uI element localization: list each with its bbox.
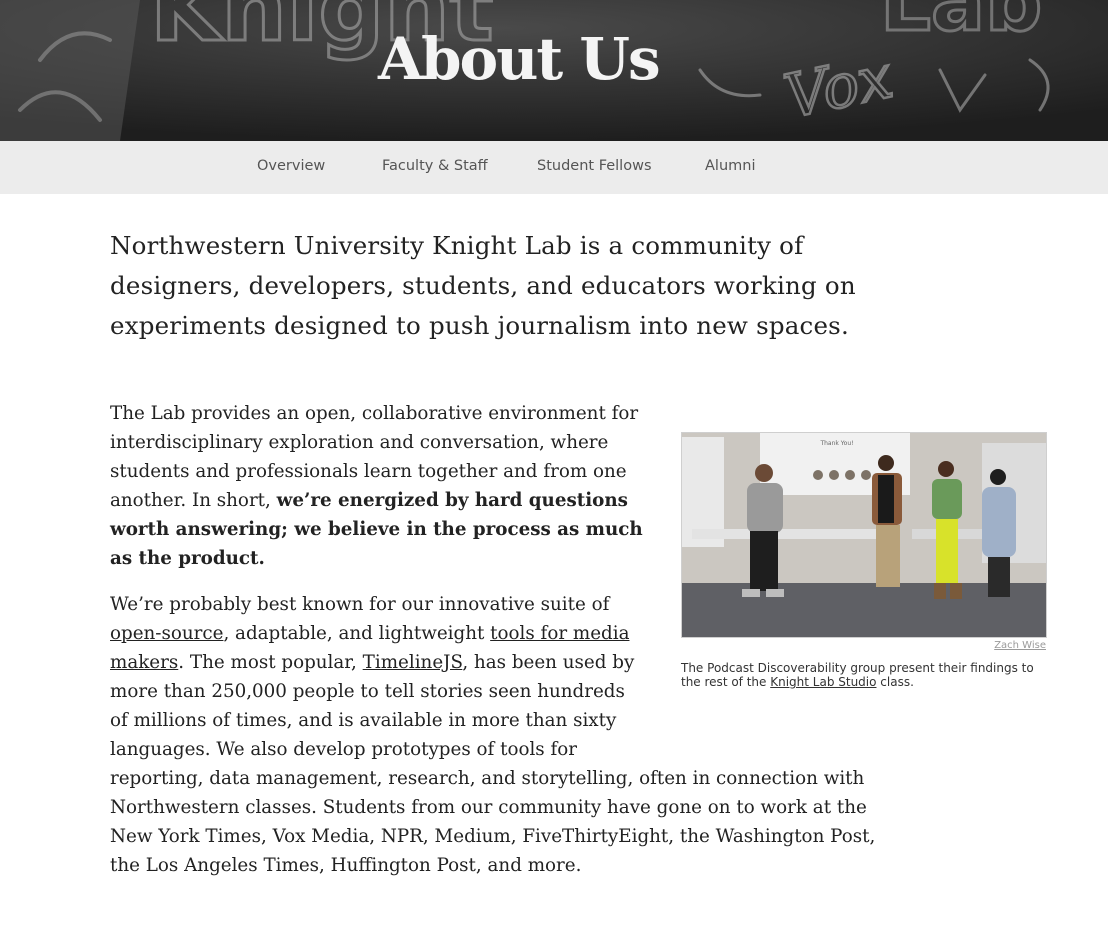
photo-credit-link[interactable]: Zach Wise <box>994 640 1046 651</box>
knight-lab-studio-link[interactable]: Knight Lab Studio <box>770 675 876 689</box>
hero-banner: Knight Lab Vox About Us <box>0 0 1108 141</box>
tools-text-2: , adaptable, and lightweight <box>223 623 491 644</box>
timelinejs-link[interactable]: TimelineJS <box>363 652 463 673</box>
tools-text-3: . The most popular, <box>178 652 363 673</box>
sub-navigation: Overview Faculty & Staff Student Fellows… <box>0 141 1108 194</box>
photo-illustration: Thank You! <box>682 433 1046 637</box>
tools-text-1: We’re probably best known for our innova… <box>110 594 610 615</box>
presentation-photo: Thank You! <box>681 432 1047 638</box>
intro-paragraph: The Lab provides an open, collaborative … <box>110 399 655 573</box>
slide-title: Thank You! <box>819 440 853 447</box>
figure-caption: The Podcast Discoverability group presen… <box>681 661 1047 689</box>
page-title: About Us <box>378 25 661 93</box>
subnav-item-faculty-staff[interactable]: Faculty & Staff <box>382 158 488 174</box>
chalk-word-2: Lab <box>880 0 1042 49</box>
caption-text-2: class. <box>876 675 914 689</box>
lede-paragraph: Northwestern University Knight Lab is a … <box>110 231 856 340</box>
figure: Thank You! Zach Wise The Podcast Discove… <box>681 432 1047 689</box>
subnav-item-overview[interactable]: Overview <box>257 158 325 174</box>
open-source-link[interactable]: open-source <box>110 623 223 644</box>
subnav-item-alumni[interactable]: Alumni <box>705 158 755 174</box>
subnav-item-student-fellows[interactable]: Student Fellows <box>537 158 652 174</box>
main-content: Northwestern University Knight Lab is a … <box>110 226 910 346</box>
